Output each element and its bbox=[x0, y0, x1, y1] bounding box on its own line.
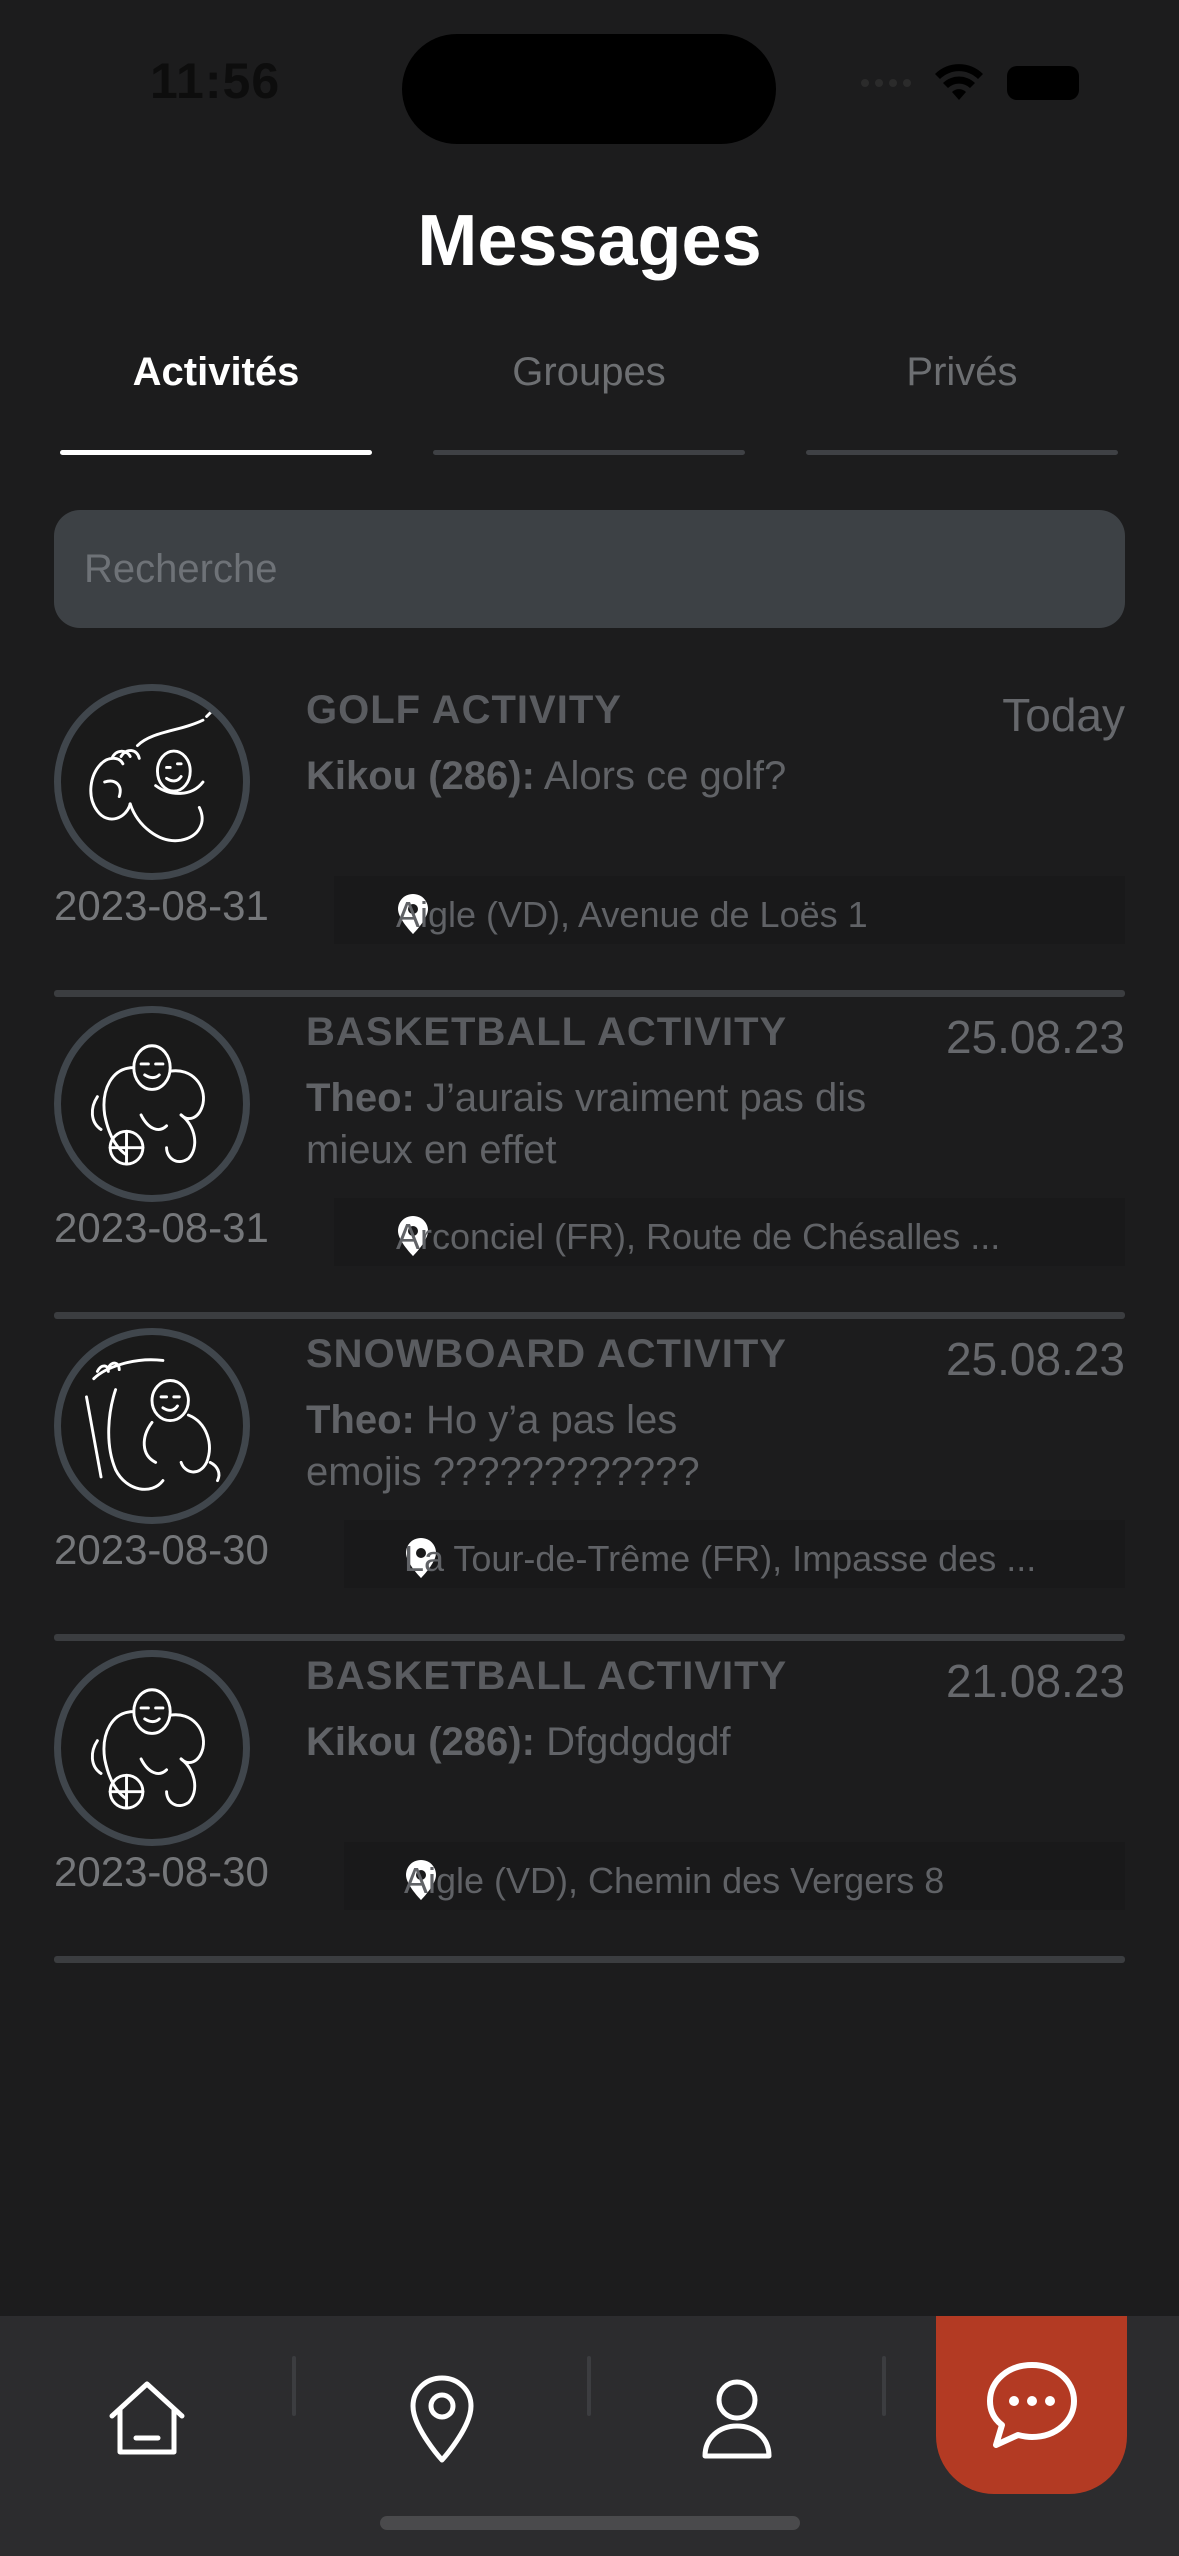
nav-separator bbox=[882, 2356, 886, 2416]
home-icon bbox=[109, 2381, 185, 2455]
row-divider bbox=[54, 990, 1125, 997]
cellular-signal-icon bbox=[861, 79, 911, 87]
activity-title: SNOWBOARD ACTIVITY bbox=[306, 1332, 787, 1376]
dynamic-island bbox=[402, 34, 776, 144]
activity-title: BASKETBALL ACTIVITY bbox=[306, 1010, 788, 1054]
message-sender: Theo: bbox=[306, 1076, 415, 1120]
row-divider bbox=[54, 1312, 1125, 1319]
activity-location: Aigle (VD), Avenue de Loës 1 bbox=[396, 894, 868, 935]
nav-map[interactable] bbox=[387, 2364, 497, 2474]
activity-last-message: Kikou (286): Alors ce golf? bbox=[306, 750, 926, 802]
activity-title: BASKETBALL ACTIVITY bbox=[306, 1654, 788, 1698]
message-text: Dfgdgdgdf bbox=[546, 1720, 731, 1764]
activity-event-date: 2023-08-31 bbox=[54, 882, 269, 929]
activity-event-date: 2023-08-30 bbox=[54, 1526, 269, 1573]
activity-title: GOLF ACTIVITY bbox=[306, 688, 622, 732]
chat-icon bbox=[986, 2362, 1077, 2448]
activity-row[interactable]: GOLF ACTIVITY Today Kikou (286): Alors c… bbox=[54, 676, 1125, 998]
tab-indicator-activites bbox=[60, 450, 372, 455]
nav-profile[interactable] bbox=[682, 2364, 792, 2474]
nav-separator bbox=[587, 2356, 591, 2416]
map-pin-icon bbox=[410, 2375, 474, 2463]
nav-home[interactable] bbox=[92, 2364, 202, 2474]
activity-location: La Tour-de-Trême (FR), Impasse des ... bbox=[404, 1538, 1037, 1579]
nav-messages[interactable] bbox=[936, 2316, 1127, 2494]
tab-activites[interactable]: Activités bbox=[60, 350, 372, 395]
profile-icon bbox=[702, 2379, 772, 2459]
activity-location: Aigle (VD), Chemin des Vergers 8 bbox=[404, 1860, 945, 1901]
search-bar bbox=[54, 510, 1125, 628]
activity-row[interactable]: SNOWBOARD ACTIVITY 25.08.23 Theo: Ho y’a… bbox=[54, 1320, 1125, 1642]
activity-last-date: 25.08.23 bbox=[945, 1333, 1125, 1385]
home-indicator bbox=[380, 2516, 800, 2530]
message-text: Alors ce golf? bbox=[543, 754, 787, 798]
search-input[interactable] bbox=[54, 510, 1125, 628]
activity-last-date: 25.08.23 bbox=[945, 1011, 1125, 1063]
activity-last-message: Kikou (286): Dfgdgdgdf bbox=[306, 1716, 926, 1768]
activity-last-message: Theo: J’aurais vraiment pas dis mieux en… bbox=[306, 1072, 926, 1176]
row-divider bbox=[54, 1634, 1125, 1641]
activity-row[interactable]: BASKETBALL ACTIVITY 25.08.23 Theo: J’aur… bbox=[54, 998, 1125, 1320]
golf-illustration-icon bbox=[54, 684, 250, 880]
activity-event-date: 2023-08-31 bbox=[54, 1204, 269, 1251]
activity-last-message: Theo: Ho y’a pas les emojis ???????????? bbox=[306, 1394, 786, 1498]
message-sender: Kikou (286): bbox=[306, 1720, 535, 1764]
wifi-icon bbox=[935, 64, 983, 100]
messages-screen: 11:56 Messages Activités Groupes Privés bbox=[0, 0, 1179, 2556]
battery-icon bbox=[1007, 66, 1079, 100]
row-divider bbox=[54, 1956, 1125, 1963]
activity-location: Arconciel (FR), Route de Chésalles ... bbox=[396, 1216, 1001, 1257]
activity-event-date: 2023-08-30 bbox=[54, 1848, 269, 1895]
activity-last-date: 21.08.23 bbox=[945, 1655, 1125, 1707]
tab-indicator-groupes bbox=[433, 450, 745, 455]
message-sender: Theo: bbox=[306, 1398, 415, 1442]
tab-prives[interactable]: Privés bbox=[806, 350, 1118, 395]
basketball-illustration-icon bbox=[54, 1650, 250, 1846]
status-time: 11:56 bbox=[150, 53, 281, 109]
nav-separator bbox=[292, 2356, 296, 2416]
basketball-illustration-icon bbox=[54, 1006, 250, 1202]
activity-row[interactable]: BASKETBALL ACTIVITY 21.08.23 Kikou (286)… bbox=[54, 1642, 1125, 1964]
snowboard-illustration-icon bbox=[54, 1328, 250, 1524]
status-icons bbox=[861, 64, 1079, 102]
message-sender: Kikou (286): bbox=[306, 754, 535, 798]
page-title: Messages bbox=[417, 201, 762, 281]
activity-last-date: Today bbox=[1002, 689, 1125, 741]
tab-indicator-prives bbox=[806, 450, 1118, 455]
tab-groupes[interactable]: Groupes bbox=[433, 350, 745, 395]
